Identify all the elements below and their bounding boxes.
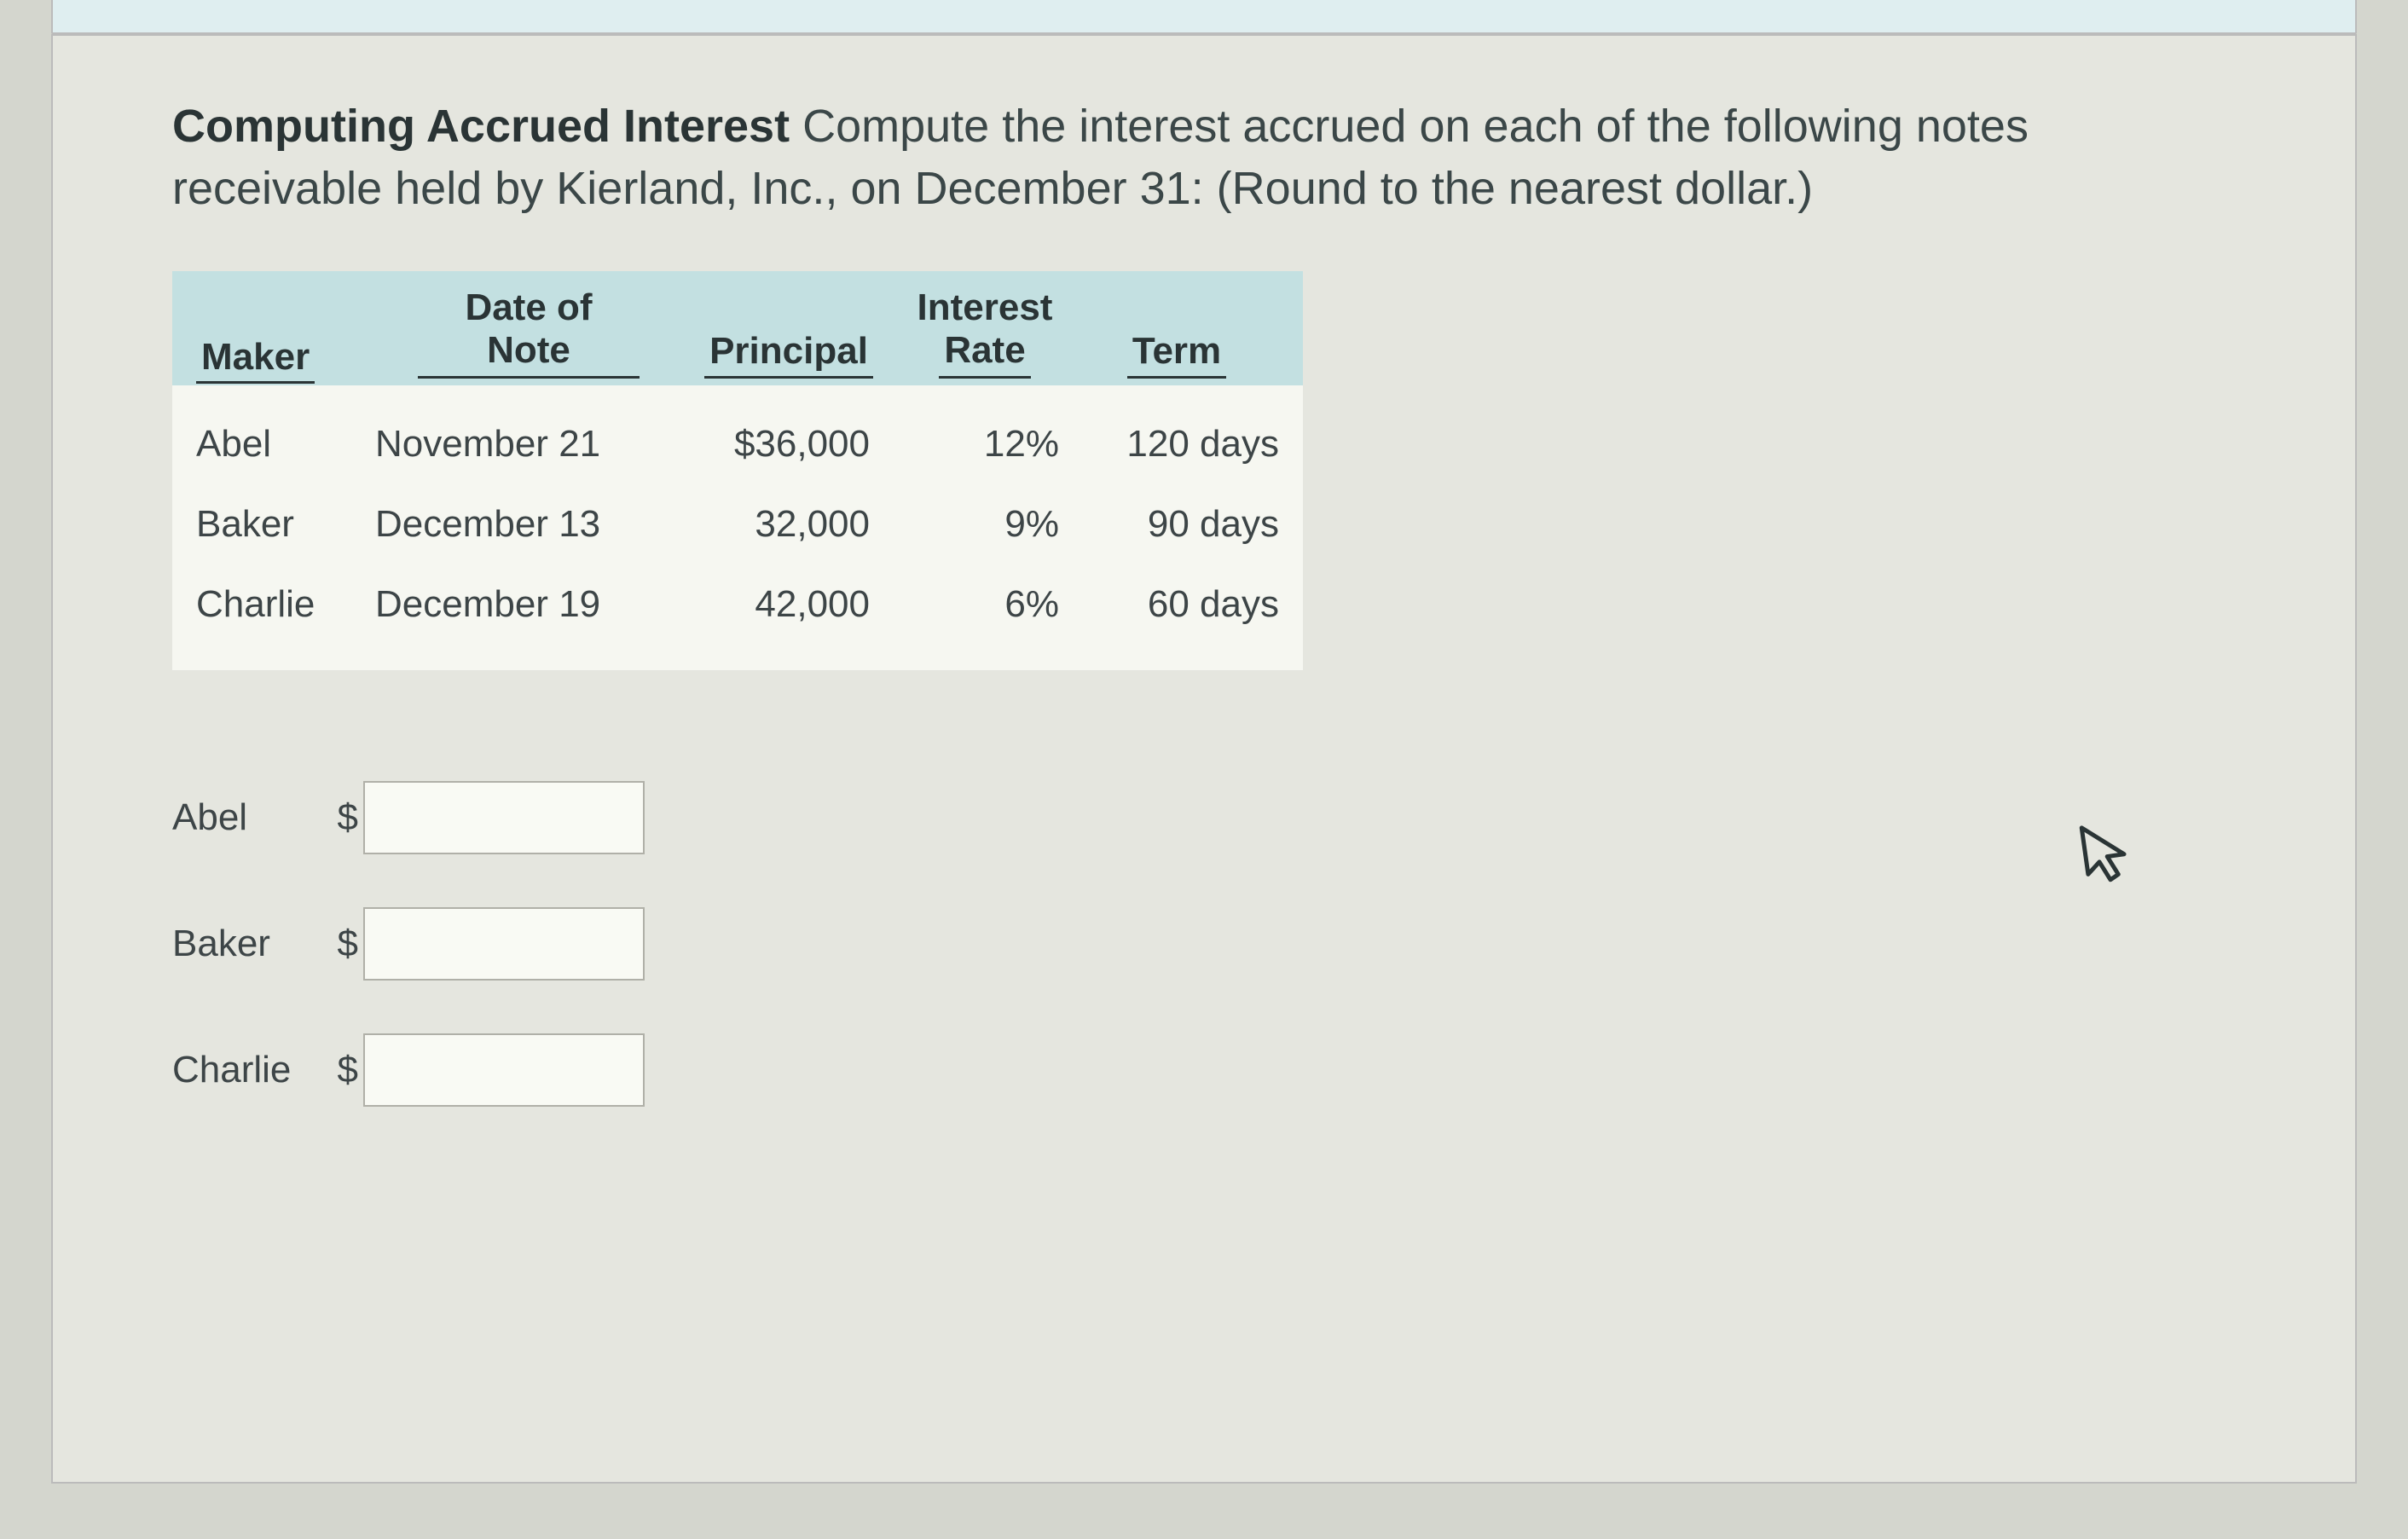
cell-principal: $36,000 (682, 423, 895, 466)
cell-principal: 42,000 (682, 583, 895, 626)
col-header-maker: Maker (196, 336, 375, 379)
table-row: Baker December 13 32,000 9% 90 days (196, 484, 1279, 564)
col-header-date-bot: Note (418, 329, 640, 379)
cell-rate: 12% (895, 423, 1074, 466)
answer-label-abel: Abel (172, 796, 334, 839)
answer-input-charlie[interactable] (363, 1033, 645, 1107)
cell-term: 60 days (1074, 583, 1279, 626)
col-header-term: Term (1074, 330, 1279, 379)
col-header-rate: Interest Rate (895, 286, 1074, 379)
cell-date: December 13 (375, 503, 682, 546)
col-header-date-top: Date of (465, 286, 592, 330)
table-header: Maker Date of Note Principal Interest Ra… (172, 271, 1303, 385)
table-row: Abel November 21 $36,000 12% 120 days (196, 404, 1279, 484)
answer-row: Baker $ (172, 907, 2253, 981)
col-header-rate-top: Interest (917, 286, 1053, 330)
col-header-principal-label: Principal (704, 330, 873, 379)
col-header-rate-bot: Rate (939, 329, 1030, 379)
top-header-strip (51, 0, 2357, 34)
col-header-principal: Principal (682, 330, 895, 379)
table-body: Abel November 21 $36,000 12% 120 days Ba… (172, 385, 1303, 670)
answer-label-charlie: Charlie (172, 1049, 334, 1091)
currency-symbol: $ (334, 796, 363, 839)
cell-term: 120 days (1074, 423, 1279, 466)
cell-date: November 21 (375, 423, 682, 466)
col-header-term-label: Term (1127, 330, 1226, 379)
cell-date: December 19 (375, 583, 682, 626)
currency-symbol: $ (334, 1049, 363, 1091)
question-card: Computing Accrued Interest Compute the i… (51, 34, 2357, 1484)
answer-input-baker[interactable] (363, 907, 645, 981)
answers-section: Abel $ Baker $ Charlie $ (172, 781, 2253, 1107)
answer-row: Abel $ (172, 781, 2253, 854)
cell-maker: Baker (196, 503, 375, 546)
currency-symbol: $ (334, 923, 363, 965)
cell-rate: 6% (895, 583, 1074, 626)
table-row: Charlie December 19 42,000 6% 60 days (196, 564, 1279, 645)
prompt-title: Computing Accrued Interest (172, 101, 790, 152)
question-prompt: Computing Accrued Interest Compute the i… (172, 95, 2133, 220)
cell-maker: Abel (196, 423, 375, 466)
col-header-maker-label: Maker (196, 336, 315, 384)
col-header-date: Date of Note (375, 286, 682, 379)
answer-row: Charlie $ (172, 1033, 2253, 1107)
cell-rate: 9% (895, 503, 1074, 546)
notes-table: Maker Date of Note Principal Interest Ra… (172, 271, 1303, 670)
cell-maker: Charlie (196, 583, 375, 626)
cell-principal: 32,000 (682, 503, 895, 546)
answer-label-baker: Baker (172, 923, 334, 965)
cell-term: 90 days (1074, 503, 1279, 546)
answer-input-abel[interactable] (363, 781, 645, 854)
